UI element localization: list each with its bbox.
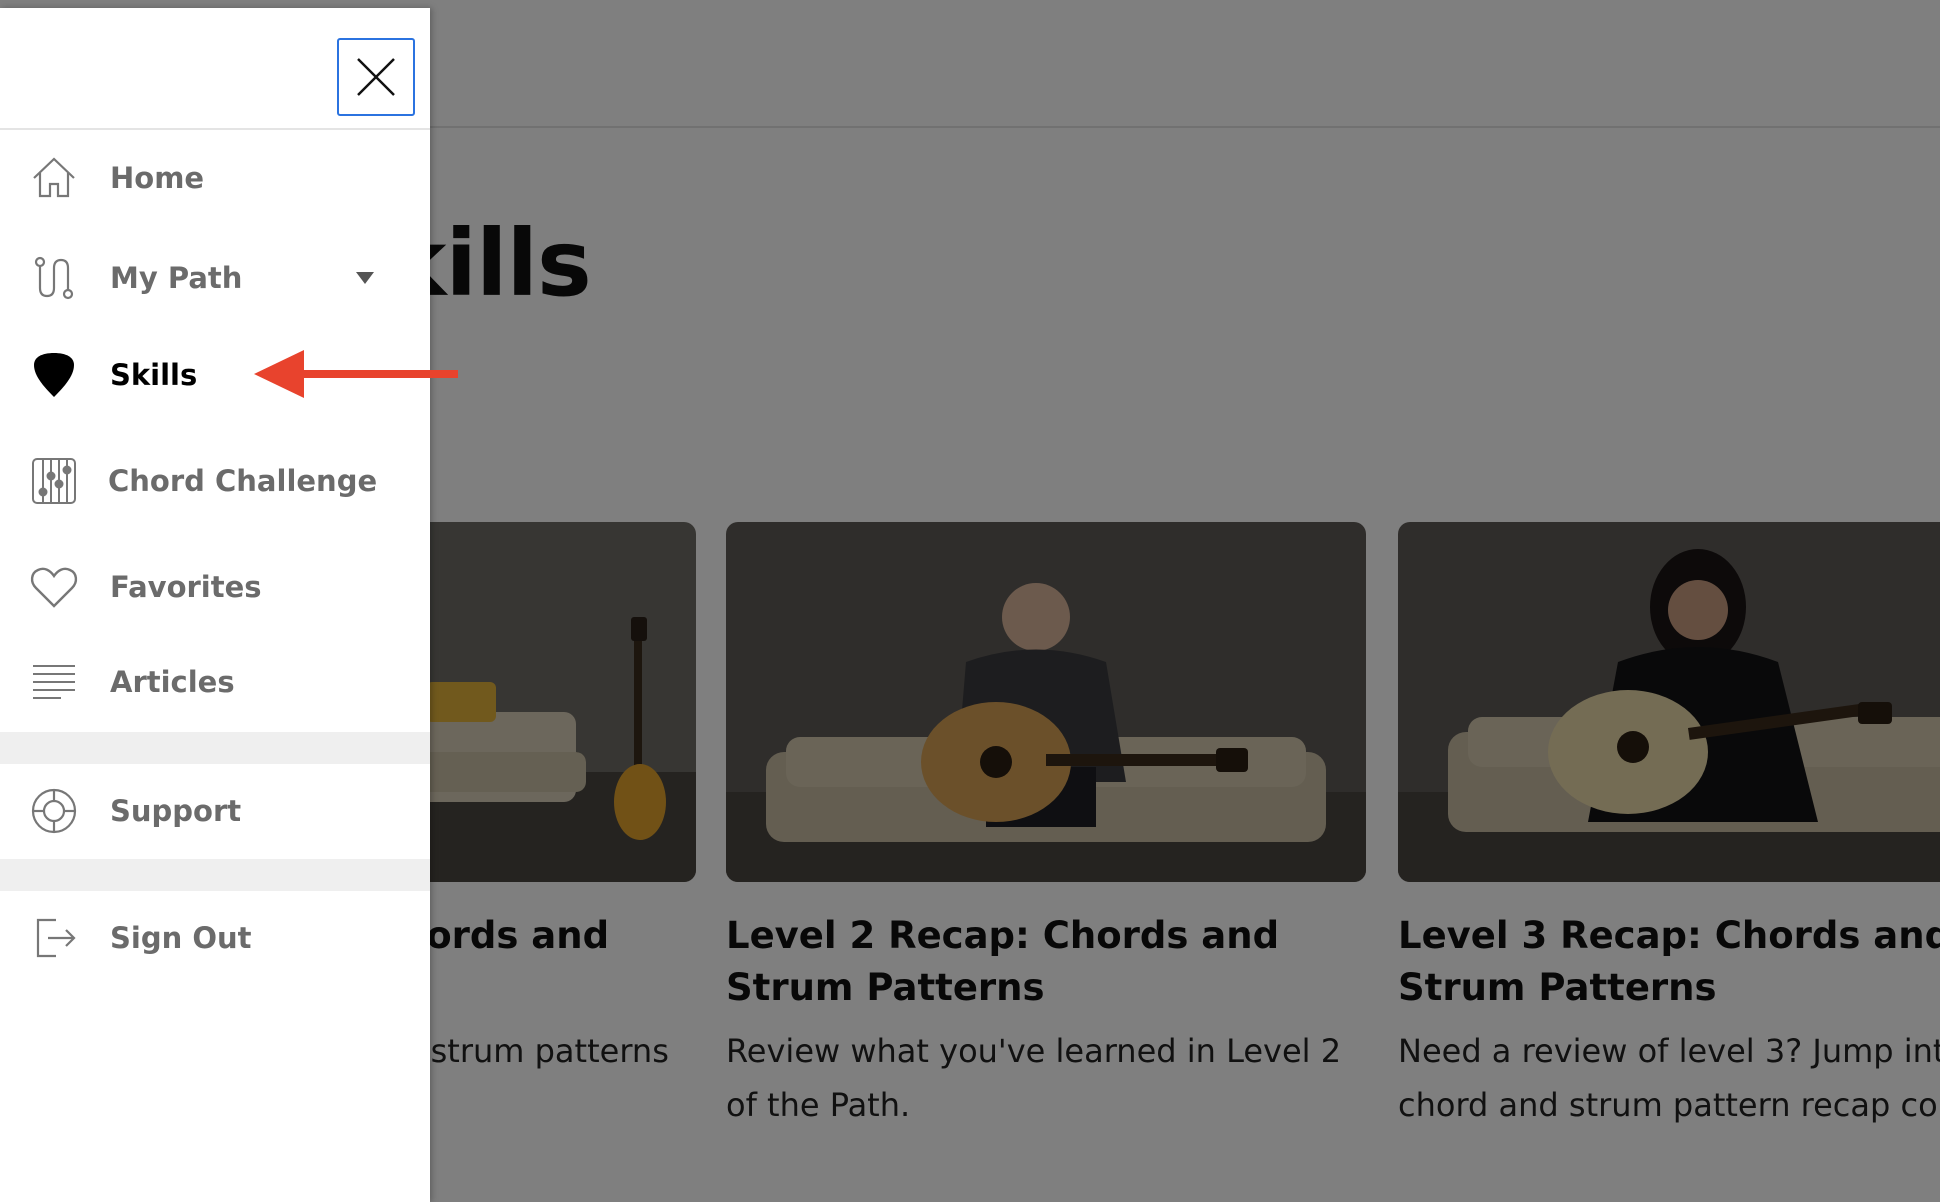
nav-item-label: Home	[110, 161, 205, 195]
nav-item-label: Articles	[110, 665, 235, 699]
divider	[0, 859, 430, 891]
nav-item-articles[interactable]: Articles	[0, 642, 430, 722]
navigation-drawer: Home My Path Skills Chord Challenge Favo…	[0, 8, 430, 1202]
close-button[interactable]	[337, 38, 415, 116]
nav-item-label: Skills	[110, 358, 198, 392]
path-icon	[28, 252, 80, 304]
fretboard-icon	[28, 455, 80, 507]
heart-icon	[28, 561, 80, 613]
nav-item-support[interactable]: Support	[0, 771, 430, 851]
nav-item-chord-challenge[interactable]: Chord Challenge	[0, 441, 430, 521]
chevron-down-icon[interactable]	[356, 272, 374, 284]
home-icon	[28, 152, 80, 204]
nav-item-label: Sign Out	[110, 921, 252, 955]
annotation-arrow-icon	[254, 350, 458, 398]
drawer-header	[0, 8, 430, 130]
nav-item-sign-out[interactable]: Sign Out	[0, 898, 430, 978]
articles-icon	[28, 656, 80, 708]
sign-out-icon	[28, 912, 80, 964]
guitar-pick-icon	[28, 349, 80, 401]
nav-item-favorites[interactable]: Favorites	[0, 547, 430, 627]
nav-item-label: Support	[110, 794, 242, 828]
nav-item-label: Favorites	[110, 570, 262, 604]
nav-item-home[interactable]: Home	[0, 138, 430, 218]
nav-item-my-path[interactable]: My Path	[0, 238, 430, 318]
lifebuoy-icon	[28, 785, 80, 837]
close-icon	[357, 58, 395, 96]
nav-item-label: Chord Challenge	[108, 464, 378, 498]
nav-item-label: My Path	[110, 261, 243, 295]
divider	[0, 732, 430, 764]
